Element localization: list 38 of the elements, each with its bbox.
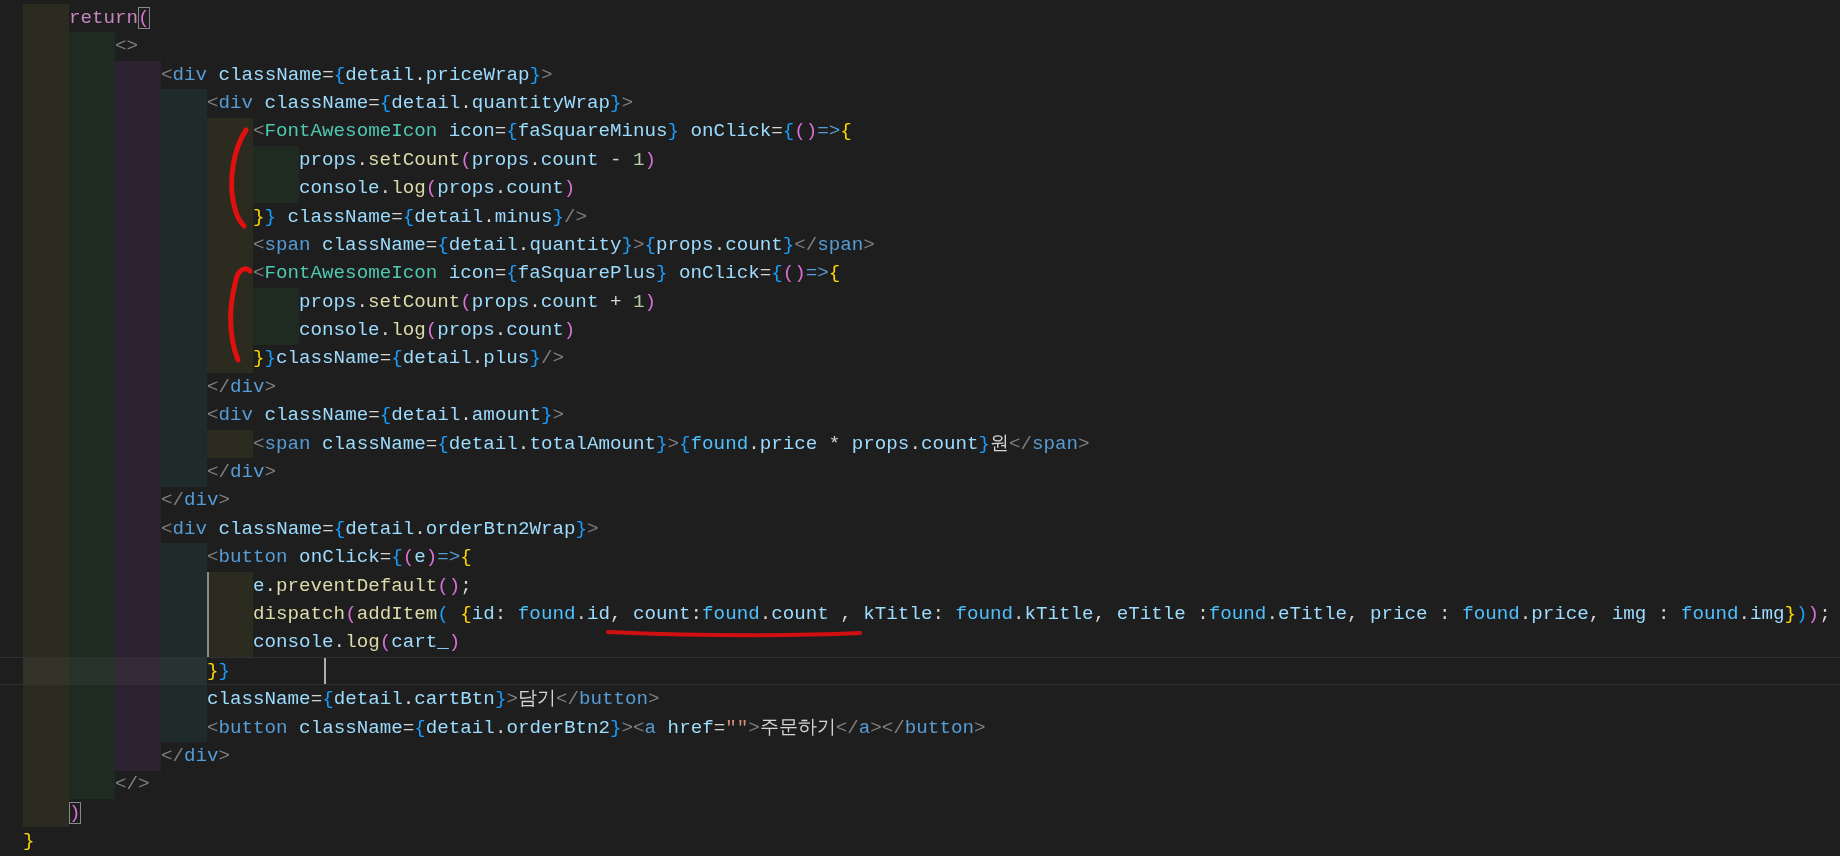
code-line: return( [69,5,150,31]
code-line: <> [115,34,139,60]
code-line: e.preventDefault(); [253,573,472,599]
code-line: </div> [161,488,231,514]
code-line: console.log(props.count) [299,318,576,344]
code-line: </div> [161,743,231,769]
code-line: </> [115,772,150,798]
code-line: <button className={detail.orderBtn2}><a href="">주문하기</a></button> [207,715,986,741]
code-line: <div className={detail.priceWrap}> [161,62,553,88]
indent-guide [69,628,115,657]
code-line: <FontAwesomeIcon icon={faSquarePlus} onClick={()=>{ [253,261,841,287]
indent-guide [69,685,115,714]
code-line: <div className={detail.amount}> [207,403,564,429]
code-line: </div> [207,374,277,400]
code-line: ) [69,800,81,826]
code-line: props.setCount(props.count - 1) [299,147,656,173]
code-line: console.log(cart_) [253,630,461,656]
code-line: <button onClick={(e)=>{ [207,545,472,571]
code-line: <span className={detail.quantity}>{props.count}</span> [253,232,875,258]
code-line: }}className={detail.plus}/> [253,346,564,372]
code-line: <div className={detail.orderBtn2Wrap}> [161,516,599,542]
indent-guide [161,628,207,657]
code-line: className={detail.cartBtn}>담기</button> [207,687,660,713]
code-line: }} className={detail.minus}/> [253,204,587,230]
code-line: props.setCount(props.count + 1) [299,289,656,315]
code-line: </div> [207,460,277,486]
code-line: } [23,829,35,855]
indent-guide [161,543,207,572]
code-line: <span className={detail.totalAmount}>{found.price * props.count}원</span> [253,431,1090,457]
indent-guide [23,798,69,828]
code-line: <div className={detail.quantityWrap}> [207,90,634,116]
code-line: <FontAwesomeIcon icon={faSquareMinus} onClick={()=>{ [253,119,852,145]
code-line: }} [207,658,231,684]
indent-guide [161,685,207,714]
indent-guide [207,117,253,146]
text-cursor [324,658,327,685]
code-line: console.log(props.count) [299,176,576,202]
code-line: dispatch(addItem( {id: found.id, count:found.count , kTitle: found.kTitle, eTitle :found.eTitle, price : found.price, img : found.img})); [253,602,1831,627]
